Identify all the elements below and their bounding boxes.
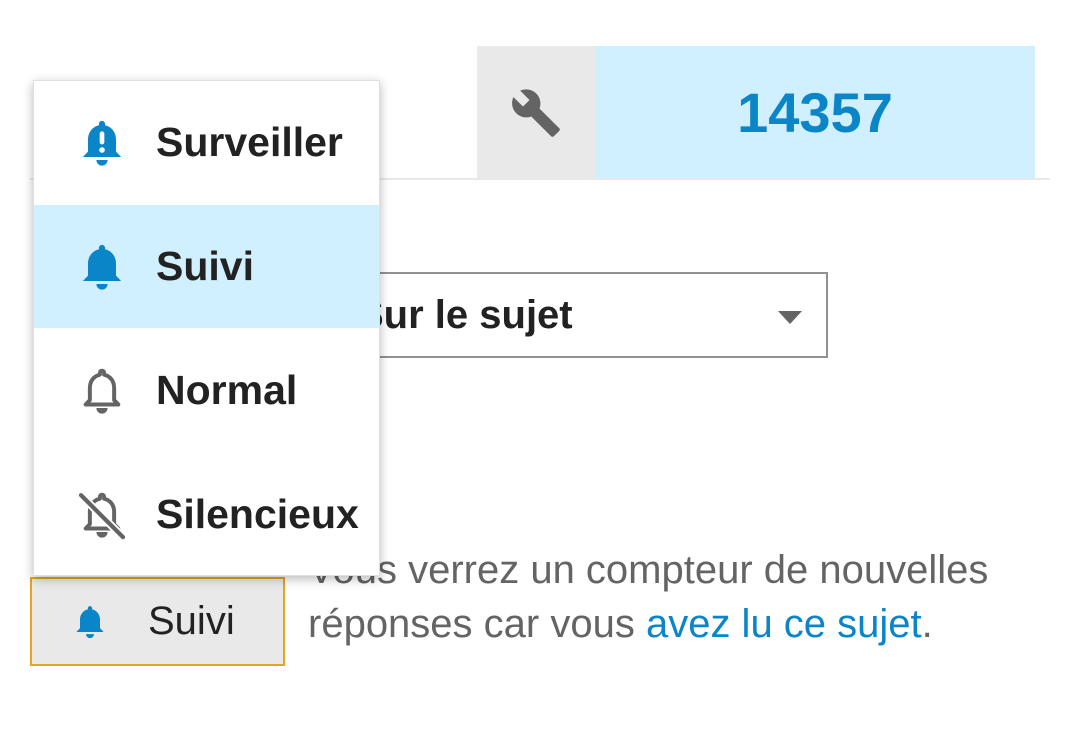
- read-topic-link[interactable]: avez lu ce sujet: [646, 602, 922, 646]
- description-end: .: [921, 602, 933, 646]
- bell-slash-icon: [77, 490, 127, 541]
- menu-item-muted[interactable]: Silencieux: [34, 453, 379, 576]
- menu-item-label: Silencieux: [156, 491, 359, 537]
- bell-filled-icon: [76, 605, 104, 638]
- notification-description: Vous verrez un compteur de nouvelles rép…: [308, 543, 1048, 651]
- menu-item-watching[interactable]: Surveiller: [34, 81, 379, 204]
- notification-level-label: Suivi: [148, 599, 235, 643]
- reply-count-box[interactable]: 14357: [595, 46, 1035, 179]
- notification-level-menu: Surveiller Suivi Normal Silencieux: [33, 80, 380, 576]
- topic-admin-button[interactable]: [477, 46, 595, 179]
- reply-count: 14357: [737, 81, 893, 144]
- menu-item-tracking[interactable]: Suivi: [34, 205, 379, 328]
- menu-item-normal[interactable]: Normal: [34, 329, 379, 452]
- bell-filled-icon: [82, 244, 122, 290]
- wrench-icon: [512, 88, 560, 137]
- bell-exclamation-icon: [82, 120, 122, 166]
- bell-outline-icon: [83, 368, 121, 414]
- topic-select[interactable]: Sur le sujet: [325, 272, 828, 358]
- topic-select-label: Sur le sujet: [357, 292, 573, 337]
- notification-level-button[interactable]: Suivi: [30, 577, 285, 666]
- menu-item-label: Surveiller: [156, 119, 343, 165]
- caret-down-icon: [778, 311, 802, 324]
- menu-item-label: Normal: [156, 367, 298, 413]
- menu-item-label: Suivi: [156, 243, 254, 289]
